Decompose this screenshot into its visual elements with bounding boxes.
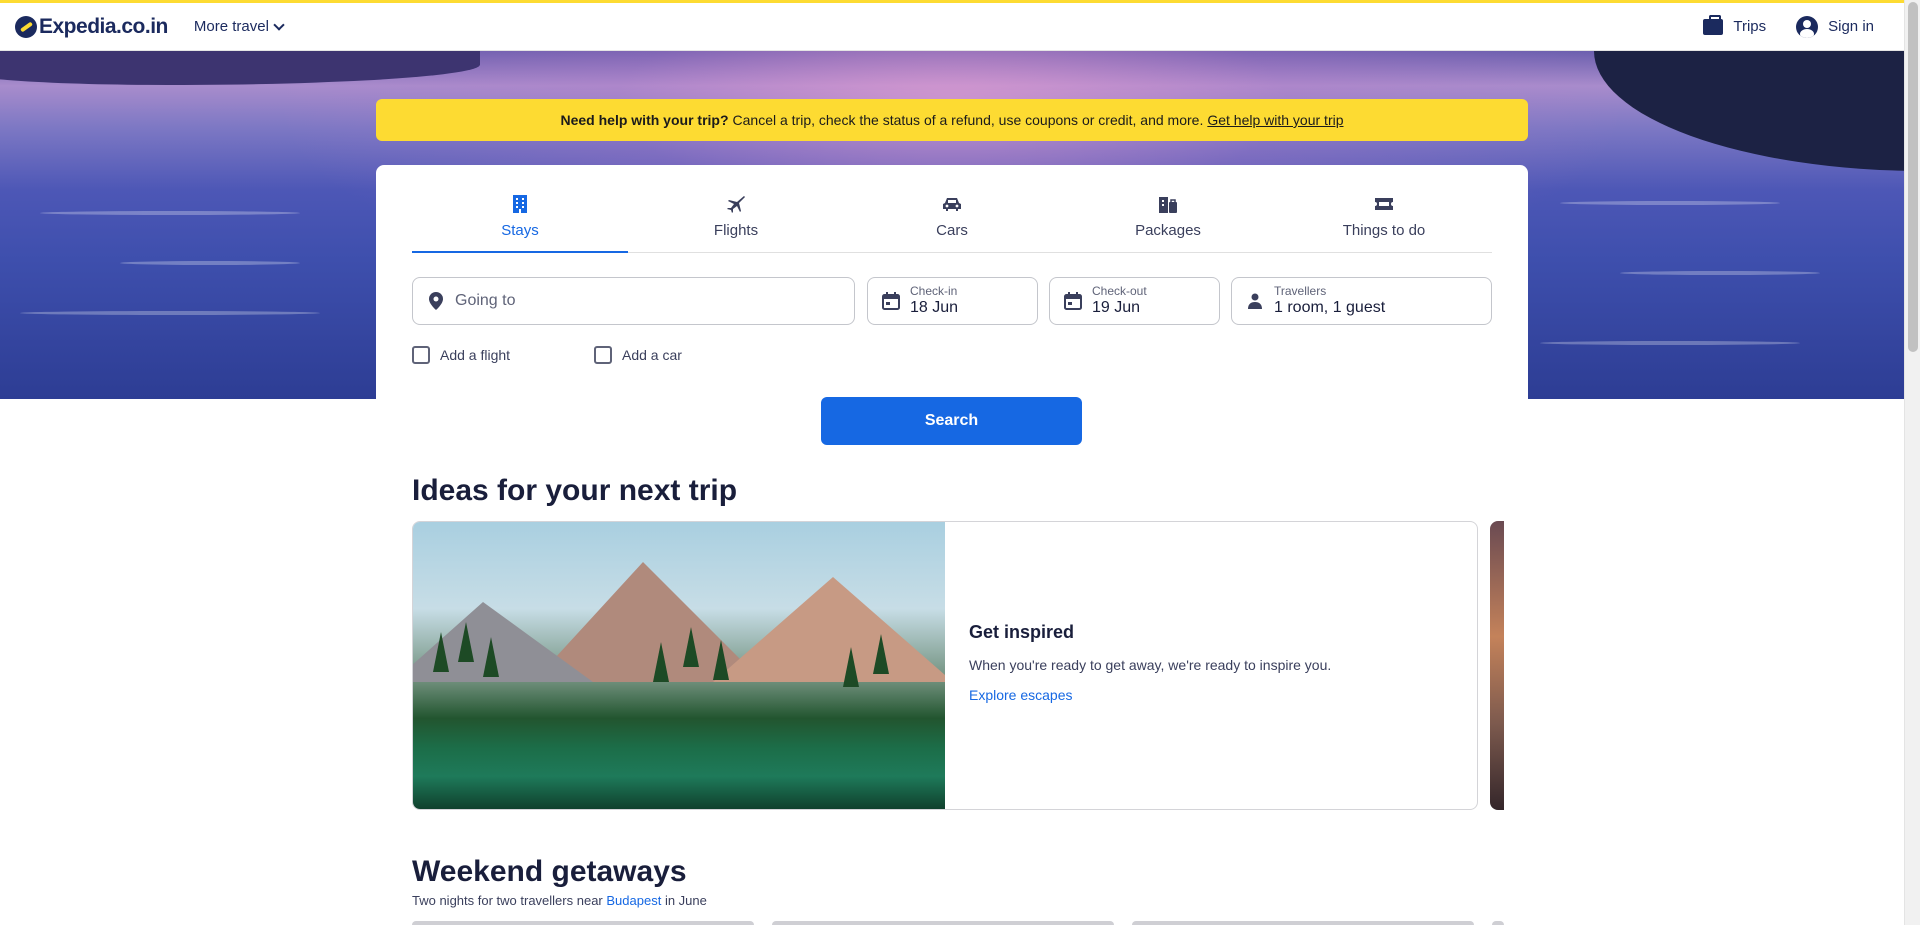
trips-link[interactable]: Trips	[1703, 14, 1767, 35]
check-in-text: Check-in 18 Jun	[910, 284, 958, 318]
help-banner: Need help with your trip? Cancel a trip,…	[376, 99, 1528, 141]
car-icon	[941, 194, 963, 214]
next-carousel-card[interactable]	[1490, 521, 1504, 810]
check-in-label: Check-in	[910, 284, 958, 298]
tree-shape	[683, 627, 699, 667]
more-travel-menu[interactable]: More travel	[193, 18, 285, 35]
ideas-section-title: Ideas for your next trip	[412, 474, 738, 507]
tree-shape	[483, 637, 499, 677]
scrollbar-thumb[interactable]	[1908, 2, 1918, 352]
ticket-icon	[1373, 194, 1395, 214]
check-out-field[interactable]: Check-out 19 Jun	[1049, 277, 1220, 325]
subtitle-text: Two nights for two travellers near	[412, 893, 603, 908]
header-actions: Trips Sign in	[1703, 14, 1874, 38]
tree-shape	[433, 632, 449, 672]
tree-shape	[713, 640, 729, 680]
get-inspired-heading: Get inspired	[969, 622, 1075, 642]
get-help-link[interactable]: Get help with your trip	[1207, 112, 1343, 128]
travellers-field[interactable]: Travellers 1 room, 1 guest	[1231, 277, 1492, 325]
help-banner-title: Need help with your trip?	[560, 112, 729, 128]
travellers-value: 1 room, 1 guest	[1274, 299, 1386, 316]
tree-shape	[873, 634, 889, 674]
tab-cars[interactable]: Cars	[844, 165, 1060, 252]
tab-stays-label: Stays	[501, 222, 539, 239]
check-out-value: 19 Jun	[1092, 299, 1141, 316]
budapest-link[interactable]: Budapest	[606, 893, 661, 908]
add-car-checkbox[interactable]	[594, 346, 612, 364]
tab-things-to-do[interactable]: Things to do	[1276, 165, 1492, 252]
get-inspired-text: When you're ready to get away, we're rea…	[969, 657, 1332, 673]
search-card: Stays Flights Cars Packages Things to do	[376, 165, 1528, 399]
travellers-text: Travellers 1 room, 1 guest	[1274, 284, 1385, 318]
subtitle-text-end: in June	[664, 893, 707, 908]
hero-hill-left	[0, 51, 480, 85]
tree-shape	[653, 642, 669, 682]
packages-icon	[1157, 194, 1179, 214]
chevron-down-icon	[273, 18, 285, 31]
calendar-icon	[882, 292, 900, 310]
hero-ripple	[40, 211, 300, 215]
account-icon	[1796, 15, 1819, 38]
calendar-icon	[1064, 292, 1082, 310]
tree-shape	[458, 622, 474, 662]
check-out-label: Check-out	[1092, 284, 1147, 298]
get-inspired-content: Get inspired When you're ready to get aw…	[969, 622, 1331, 703]
tab-flights-label: Flights	[713, 222, 759, 239]
check-in-value: 18 Jun	[910, 299, 959, 316]
sign-in-link[interactable]: Sign in	[1796, 15, 1874, 38]
briefcase-icon	[1703, 14, 1724, 35]
add-flight-option[interactable]: Add a flight	[412, 346, 510, 364]
help-banner-text: Cancel a trip, check the status of a ref…	[732, 112, 1204, 128]
plane-icon	[725, 194, 747, 214]
tab-packages-label: Packages	[1135, 222, 1201, 239]
page-scrollbar[interactable]	[1904, 0, 1920, 925]
tree-shape	[843, 647, 859, 687]
site-header: Expedia.co.in More travel Trips Sign in	[0, 3, 1904, 51]
add-car-option[interactable]: Add a car	[594, 346, 682, 364]
getaway-card-top[interactable]	[772, 921, 1114, 925]
hero-ripple	[1620, 271, 1820, 275]
mountain-lake-image	[413, 522, 945, 809]
tab-stays[interactable]: Stays	[412, 165, 628, 253]
tab-things-to-do-label: Things to do	[1342, 222, 1426, 239]
getaway-card-top[interactable]	[412, 921, 754, 925]
add-flight-checkbox[interactable]	[412, 346, 430, 364]
person-icon	[1246, 292, 1264, 310]
more-travel-label: More travel	[193, 18, 269, 35]
weekend-getaways-subtitle: Two nights for two travellers near Budap…	[412, 893, 707, 908]
trips-label: Trips	[1733, 18, 1767, 35]
hero-ripple	[1540, 341, 1800, 345]
search-button[interactable]: Search	[821, 397, 1082, 445]
get-inspired-card[interactable]: Get inspired When you're ready to get aw…	[412, 521, 1478, 810]
tab-cars-label: Cars	[936, 222, 968, 239]
hero-hill-right	[1594, 51, 1904, 171]
hero-ripple	[120, 261, 300, 265]
logo-text: Expedia.co.in	[39, 14, 168, 38]
check-in-field[interactable]: Check-in 18 Jun	[867, 277, 1038, 325]
tab-flights[interactable]: Flights	[628, 165, 844, 252]
mountain-shape	[713, 577, 945, 682]
weekend-getaways-title: Weekend getaways	[412, 855, 687, 888]
add-flight-label: Add a flight	[440, 347, 511, 363]
going-to-input[interactable]	[455, 292, 835, 310]
add-car-label: Add a car	[622, 347, 682, 363]
getaway-card-top[interactable]	[1492, 921, 1504, 925]
getaway-card-top[interactable]	[1132, 921, 1474, 925]
explore-escapes-link[interactable]: Explore escapes	[969, 687, 1331, 703]
going-to-field[interactable]	[412, 277, 855, 325]
location-pin-icon	[427, 292, 445, 310]
building-icon	[509, 194, 531, 214]
travellers-label: Travellers	[1274, 284, 1327, 298]
hero-ripple	[20, 311, 320, 315]
travel-tabs: Stays Flights Cars Packages Things to do	[412, 165, 1492, 253]
tab-packages[interactable]: Packages	[1060, 165, 1276, 252]
expedia-logo[interactable]: Expedia.co.in	[15, 15, 168, 39]
logo-icon	[15, 15, 37, 38]
hero-ripple	[1560, 201, 1780, 205]
sign-in-label: Sign in	[1828, 18, 1874, 35]
check-out-text: Check-out 19 Jun	[1092, 284, 1147, 318]
